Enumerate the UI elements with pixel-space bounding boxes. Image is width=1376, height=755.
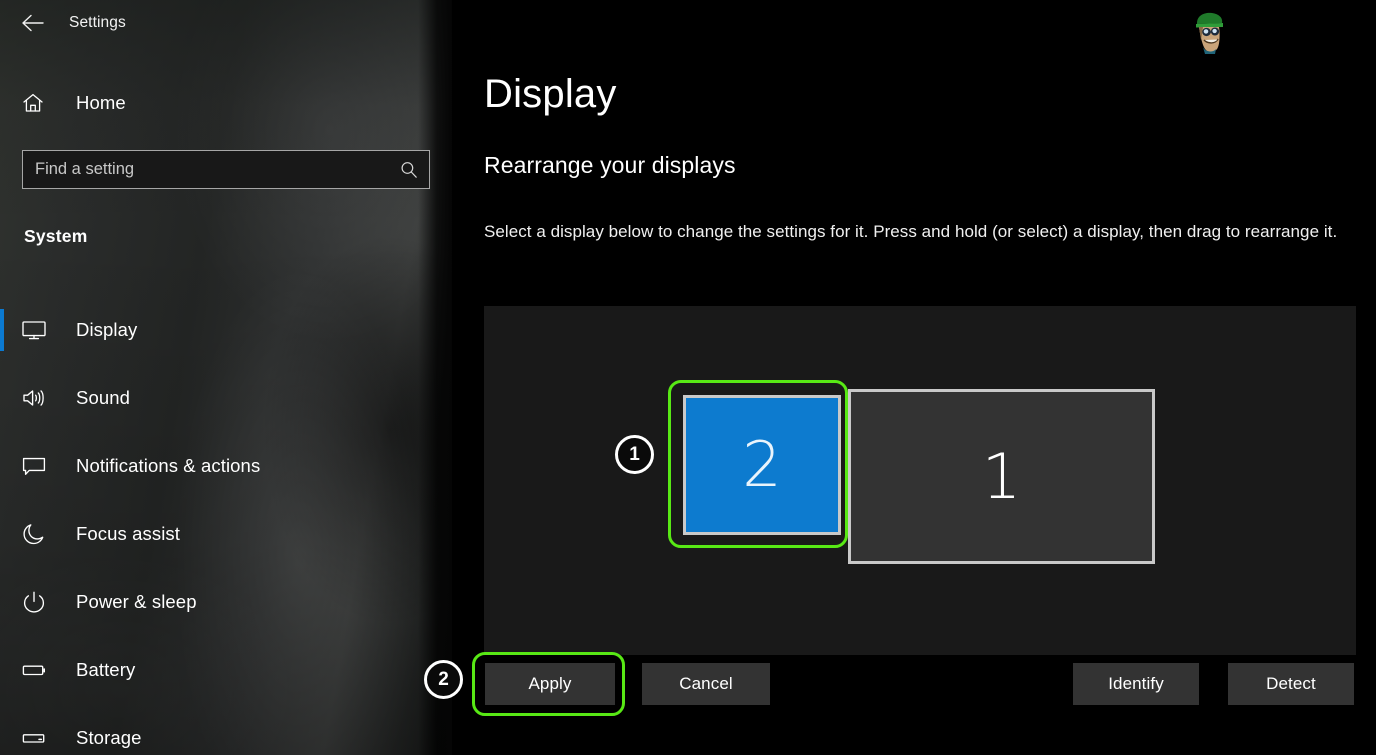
section-description: Select a display below to change the set…	[484, 218, 1362, 246]
sidebar-item-battery-label: Battery	[76, 659, 135, 681]
selection-indicator	[0, 309, 4, 351]
speaker-icon	[12, 386, 56, 410]
search-icon[interactable]	[389, 151, 429, 188]
sidebar: Settings Home System	[0, 0, 452, 755]
section-subtitle: Rearrange your displays	[484, 152, 736, 179]
chat-bubble-icon	[12, 454, 56, 478]
sidebar-item-sound[interactable]: Sound	[0, 364, 452, 432]
display-tile-2[interactable]: 2	[683, 395, 841, 535]
sidebar-item-storage[interactable]: Storage	[0, 704, 452, 755]
search-box[interactable]	[22, 150, 430, 189]
sidebar-item-power-sleep-label: Power & sleep	[76, 591, 197, 613]
titlebar: Settings	[0, 0, 452, 46]
home-icon	[12, 91, 54, 115]
apply-button[interactable]: Apply	[485, 663, 615, 705]
page-title: Display	[484, 74, 617, 114]
detect-button[interactable]: Detect	[1228, 663, 1354, 705]
sidebar-item-power-sleep[interactable]: Power & sleep	[0, 568, 452, 636]
sidebar-item-focus-assist-label: Focus assist	[76, 523, 180, 545]
sidebar-item-notifications-label: Notifications & actions	[76, 455, 260, 477]
drive-icon	[12, 726, 56, 750]
monitor-icon	[12, 318, 56, 342]
sidebar-item-sound-label: Sound	[76, 387, 130, 409]
sidebar-item-display-label: Display	[76, 319, 137, 341]
sidebar-item-focus-assist[interactable]: Focus assist	[0, 500, 452, 568]
display-tile-1-number: 1	[982, 446, 1021, 508]
sidebar-section-header: System	[24, 226, 87, 247]
display-tile-1[interactable]: 1	[848, 389, 1155, 564]
main-content: Display Rearrange your displays Select a…	[452, 0, 1376, 755]
sidebar-item-storage-label: Storage	[76, 727, 142, 749]
search-input[interactable]	[23, 160, 389, 179]
power-icon	[12, 590, 56, 614]
display-tile-2-number: 2	[742, 434, 781, 496]
sidebar-item-battery[interactable]: Battery	[0, 636, 452, 704]
moon-icon	[12, 522, 56, 546]
cancel-button[interactable]: Cancel	[642, 663, 770, 705]
settings-window: Settings Home System	[0, 0, 1376, 755]
app-title: Settings	[69, 14, 126, 32]
sidebar-nav-list: Display Sound	[0, 296, 452, 755]
sidebar-item-display[interactable]: Display	[0, 296, 452, 364]
back-arrow-icon[interactable]	[10, 0, 56, 46]
sidebar-item-home[interactable]: Home	[0, 83, 452, 123]
sidebar-item-home-label: Home	[76, 92, 126, 114]
identify-button[interactable]: Identify	[1073, 663, 1199, 705]
sidebar-item-notifications[interactable]: Notifications & actions	[0, 432, 452, 500]
battery-icon	[12, 658, 56, 682]
